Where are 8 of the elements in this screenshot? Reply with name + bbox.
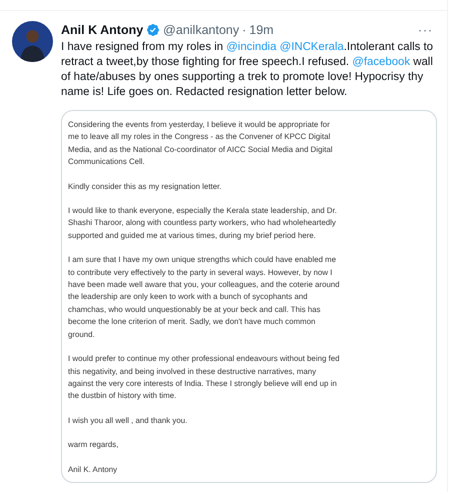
timestamp[interactable]: 19m (249, 23, 274, 37)
letter-image[interactable] (61, 110, 437, 483)
author-handle[interactable]: @anilkantony (163, 23, 240, 37)
avatar[interactable] (12, 21, 53, 62)
more-button[interactable]: ··· (418, 23, 433, 37)
separator: · (242, 23, 246, 37)
tweet-text: I have resigned from my roles in @incindia @INCKerala.Intolerant calls to retract a tweet,by those fighting for free speech.I refused. @facebook wall of hate/abuses by ones supporting a trek to promote love! Hypocrisy thy name is! Life goes on. Redacted resignation letter below. (61, 40, 433, 100)
author-name[interactable]: Anil K Antony (61, 23, 144, 37)
